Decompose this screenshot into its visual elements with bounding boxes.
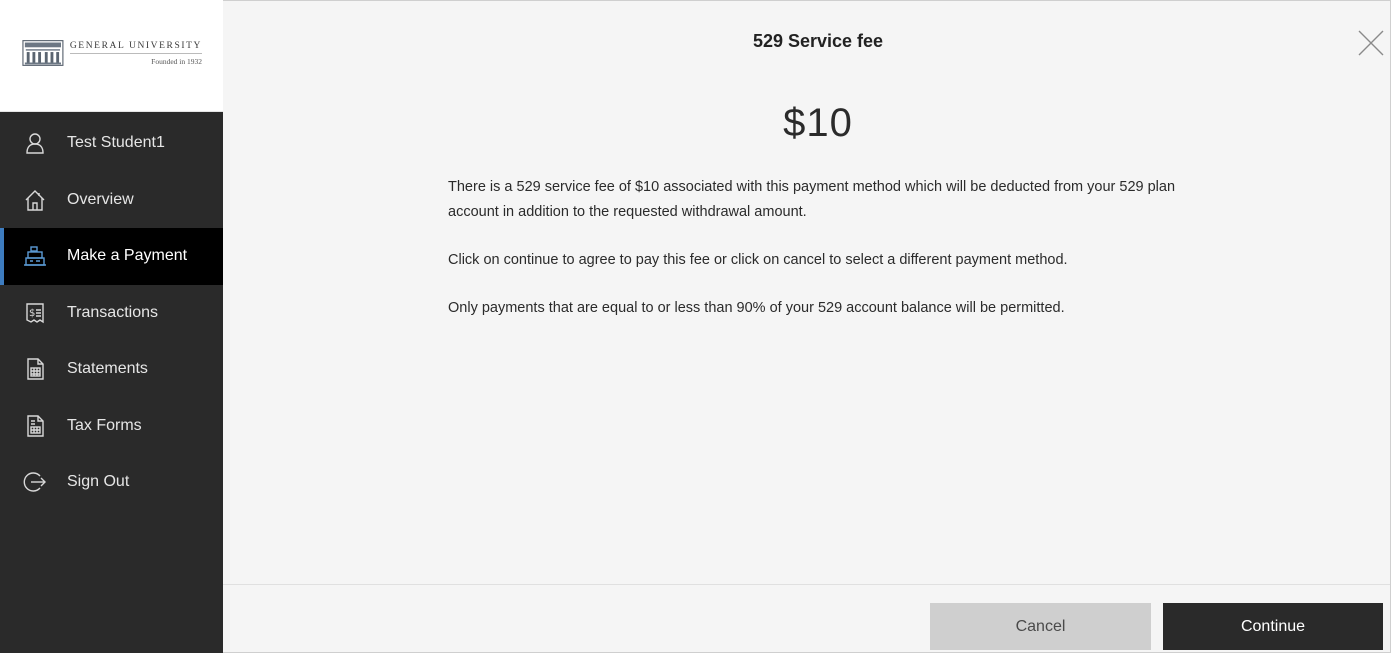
fee-amount: $10 (783, 101, 853, 145)
close-button[interactable] (1357, 29, 1385, 57)
sidebar-item-transactions[interactable]: $ Transactions (0, 285, 223, 342)
home-icon (22, 187, 48, 213)
sidebar-nav: Test Student1 Overview Make a Payment $ … (0, 115, 223, 511)
sidebar-item-label: Test Student1 (67, 134, 165, 152)
sidebar-item-make-a-payment[interactable]: Make a Payment (0, 228, 223, 285)
continue-instructions: Click on continue to agree to pay this f… (448, 252, 1068, 268)
balance-limit-notice: Only payments that are equal to or less … (448, 300, 1065, 316)
university-tagline: Founded in 1932 (151, 56, 202, 66)
sidebar-item-overview[interactable]: Overview (0, 172, 223, 229)
logo-area: GENERAL UNIVERSITY Founded in 1932 (0, 0, 223, 112)
sidebar-item-label: Overview (67, 190, 134, 208)
sidebar-item-profile[interactable]: Test Student1 (0, 115, 223, 172)
svg-text:$: $ (29, 308, 35, 319)
tax-form-icon (22, 413, 48, 439)
sidebar-item-tax-forms[interactable]: Tax Forms (0, 398, 223, 455)
dollar-document-icon: $ (22, 300, 48, 326)
university-logo[interactable]: GENERAL UNIVERSITY Founded in 1932 (22, 38, 202, 68)
close-icon (1358, 30, 1384, 56)
sidebar-item-label: Transactions (67, 303, 158, 321)
university-name: GENERAL UNIVERSITY (69, 41, 202, 54)
dialog-footer: Cancel Continue (223, 584, 1390, 652)
sidebar: GENERAL UNIVERSITY Founded in 1932 Test … (0, 0, 223, 653)
cancel-button[interactable]: Cancel (930, 603, 1151, 650)
dialog-title: 529 Service fee (752, 31, 884, 51)
sidebar-item-label: Tax Forms (67, 416, 142, 434)
cash-register-icon (22, 243, 48, 269)
continue-button[interactable]: Continue (1163, 603, 1383, 650)
sidebar-item-label: Sign Out (67, 473, 130, 491)
user-icon (22, 130, 48, 156)
sidebar-item-label: Make a Payment (67, 247, 188, 265)
building-logo-icon (22, 40, 64, 66)
sidebar-item-sign-out[interactable]: Sign Out (0, 454, 223, 511)
fee-description: There is a 529 service fee of $10 associ… (448, 179, 1176, 220)
sidebar-item-statements[interactable]: Statements (0, 341, 223, 398)
sign-out-icon (22, 469, 48, 495)
sidebar-item-label: Statements (67, 360, 148, 378)
service-fee-dialog: 529 Service fee $10 There is a 529 servi… (223, 1, 1390, 652)
statement-icon (22, 356, 48, 382)
